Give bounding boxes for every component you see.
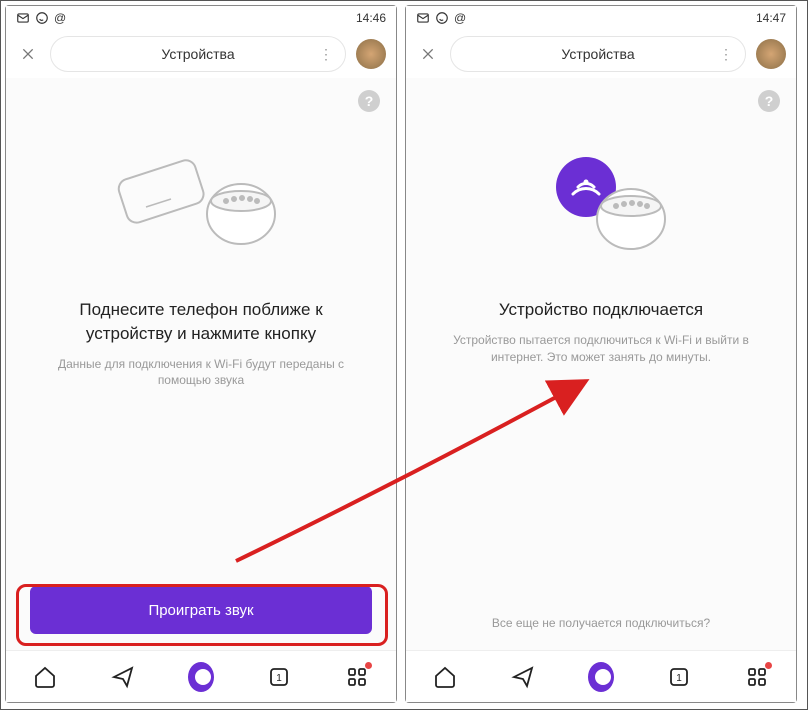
tabs-icon[interactable]: 1 bbox=[266, 664, 292, 690]
clock: 14:47 bbox=[756, 11, 786, 25]
send-icon[interactable] bbox=[110, 664, 136, 690]
more-icon[interactable]: ⋮ bbox=[319, 46, 333, 63]
home-icon[interactable] bbox=[432, 664, 458, 690]
avatar[interactable] bbox=[756, 39, 786, 69]
page-title: Поднесите телефон поближе к устройству и… bbox=[26, 298, 376, 346]
content-area: ? bbox=[6, 78, 396, 650]
at-icon: @ bbox=[454, 11, 466, 25]
help-icon[interactable]: ? bbox=[758, 90, 780, 112]
send-icon[interactable] bbox=[510, 664, 536, 690]
page-subtitle: Данные для подключения к Wi-Fi будут пер… bbox=[26, 356, 376, 390]
alice-icon[interactable] bbox=[588, 664, 614, 690]
more-icon[interactable]: ⋮ bbox=[719, 46, 733, 63]
grid-icon[interactable] bbox=[744, 664, 770, 690]
status-icons-left: @ bbox=[16, 11, 66, 25]
notification-dot bbox=[765, 662, 772, 669]
close-icon[interactable] bbox=[416, 42, 440, 66]
bottom-nav: 1 bbox=[406, 650, 796, 702]
trouble-link[interactable]: Все еще не получается подключиться? bbox=[492, 616, 710, 630]
header-title: Устройства bbox=[161, 46, 234, 62]
notification-dot bbox=[365, 662, 372, 669]
clock: 14:46 bbox=[356, 11, 386, 25]
phone-right: @ 14:47 Устройства ⋮ ? bbox=[405, 5, 797, 703]
mail-icon bbox=[16, 11, 30, 25]
illustration bbox=[26, 114, 376, 294]
header-title: Устройства bbox=[561, 46, 634, 62]
status-bar: @ 14:47 bbox=[406, 6, 796, 30]
whatsapp-icon bbox=[435, 11, 449, 25]
header-pill[interactable]: Устройства ⋮ bbox=[50, 36, 346, 72]
status-icons-left: @ bbox=[416, 11, 466, 25]
app-header: Устройства ⋮ bbox=[6, 30, 396, 78]
tabs-icon[interactable]: 1 bbox=[666, 664, 692, 690]
page-title: Устройство подключается bbox=[489, 298, 713, 322]
bottom-nav: 1 bbox=[6, 650, 396, 702]
app-header: Устройства ⋮ bbox=[406, 30, 796, 78]
close-icon[interactable] bbox=[16, 42, 40, 66]
illustration bbox=[426, 114, 776, 294]
at-icon: @ bbox=[54, 11, 66, 25]
play-sound-button[interactable]: Проиграть звук bbox=[30, 586, 372, 634]
alice-icon[interactable] bbox=[188, 664, 214, 690]
home-icon[interactable] bbox=[32, 664, 58, 690]
svg-text:1: 1 bbox=[676, 673, 682, 684]
two-screens: @ 14:46 Устройства ⋮ ? bbox=[1, 1, 807, 707]
page-subtitle: Устройство пытается подключиться к Wi-Fi… bbox=[426, 332, 776, 366]
mail-icon bbox=[416, 11, 430, 25]
whatsapp-icon bbox=[35, 11, 49, 25]
status-bar: @ 14:46 bbox=[6, 6, 396, 30]
svg-text:1: 1 bbox=[276, 673, 282, 684]
help-icon[interactable]: ? bbox=[358, 90, 380, 112]
header-pill[interactable]: Устройства ⋮ bbox=[450, 36, 746, 72]
grid-icon[interactable] bbox=[344, 664, 370, 690]
phone-left: @ 14:46 Устройства ⋮ ? bbox=[5, 5, 397, 703]
avatar[interactable] bbox=[356, 39, 386, 69]
content-area: ? bbox=[406, 78, 796, 650]
